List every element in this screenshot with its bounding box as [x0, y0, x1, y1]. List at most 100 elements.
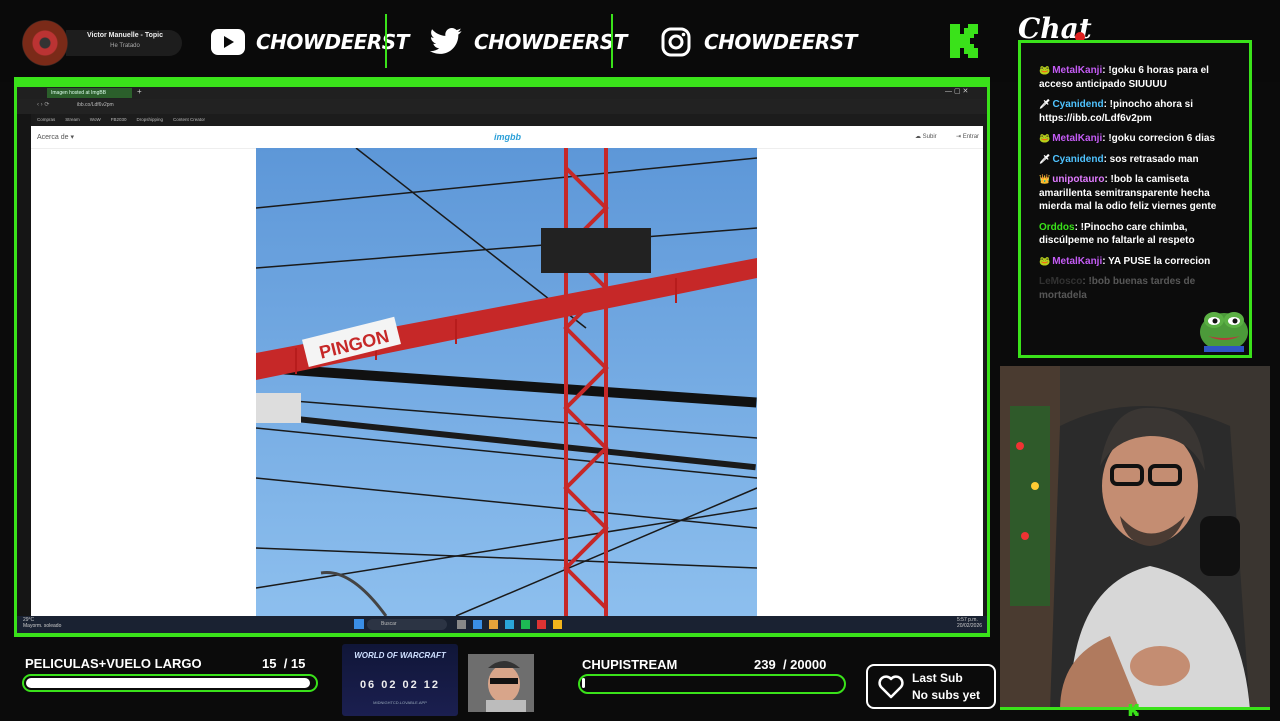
- app-icon[interactable]: [489, 620, 498, 629]
- kick-small-icon: [1128, 703, 1140, 716]
- crane-photo[interactable]: PINGON: [256, 148, 757, 616]
- site-logo[interactable]: imgbb: [494, 132, 521, 142]
- app-icon[interactable]: [521, 620, 530, 629]
- weather-desc: Mayorm. soleado: [23, 622, 62, 629]
- chat-message: 🗡 Cyanidend: !pinocho ahora si https://ib…: [1039, 99, 1194, 124]
- chat-message: Orddos: !Pinocho care chimba, discúlpeme…: [1039, 221, 1195, 247]
- last-sub-widget: Last Sub No subs yet: [866, 664, 996, 709]
- login-label: Entrar: [962, 134, 980, 140]
- window-controls-icon[interactable]: — ▢ ✕: [945, 87, 968, 95]
- app-icon[interactable]: [553, 620, 562, 629]
- browser-tab-bar: Imagen hosted at ImgBB + — ▢ ✕: [17, 87, 987, 99]
- webpage: Acerca de ▾ imgbb ☁ Subir ⇥ Entrar PINGO…: [31, 126, 983, 616]
- kick-logo-icon: [950, 24, 980, 58]
- twitter-icon: [428, 27, 464, 57]
- chat-user[interactable]: MetalKanji: [1052, 133, 1102, 144]
- goal1-current: 15: [262, 656, 277, 671]
- goal1-count: 15 / 15: [262, 656, 305, 671]
- sword-badge-icon: 🗡: [1039, 153, 1051, 164]
- social-instagram: CHOWDEERST: [658, 22, 857, 62]
- app-icon[interactable]: [505, 620, 514, 629]
- badge-icon: 🐸: [1039, 255, 1051, 266]
- wow-countdown: WORLD OF WARCRAFT 06 02 02 12 MIDNIGHTCD…: [342, 644, 458, 716]
- bookmark[interactable]: WoW: [90, 117, 101, 122]
- wow-url: MIDNIGHTCD.LOVABLE.APP: [373, 700, 427, 705]
- about-label: Acerca de: [37, 134, 69, 141]
- url-text[interactable]: ibb.co/Ldf6v2pm: [77, 102, 114, 108]
- screen-capture: Imagen hosted at ImgBB + — ▢ ✕ ‹ › ⟳ ibb…: [17, 87, 987, 633]
- clock-date: 20/02/2026: [957, 622, 983, 629]
- album-disc-icon: [22, 20, 68, 66]
- last-sub-value: No subs yet: [912, 688, 981, 702]
- chat-message: LeMosco: !bob buenas tardes de mortadela: [1039, 276, 1196, 301]
- goal1-progress-fill: [26, 678, 310, 688]
- song-title: Victor Manuelle - Topic: [87, 32, 163, 39]
- goal2-count: 239 / 20000: [754, 657, 826, 672]
- app-icon[interactable]: [457, 620, 466, 629]
- goal2-label: CHUPISTREAM: [582, 657, 678, 672]
- divider: [611, 14, 613, 68]
- browser-sidebar: [17, 114, 31, 633]
- chat-message: 🗡 Cyanidend: sos retrasado man: [1039, 153, 1199, 165]
- upload-button[interactable]: ☁ Subir: [915, 133, 937, 140]
- sub-avatar-image: [468, 654, 534, 712]
- badge-icon: 🐸: [1039, 133, 1051, 143]
- app-icon[interactable]: [473, 620, 482, 629]
- youtube-icon: [210, 27, 246, 57]
- bookmarks-bar: Compras Stream WoW FB2030 Dropshipping C…: [35, 114, 987, 125]
- bookmark[interactable]: FB2030: [111, 117, 127, 122]
- chat-message: 👑 unipotauro: !bob la camiseta amarillent…: [1039, 174, 1217, 212]
- goal2-progress-fill: [582, 678, 585, 688]
- crown-badge-icon: 👑: [1039, 174, 1051, 184]
- new-tab-icon[interactable]: +: [137, 87, 142, 96]
- chat-text: sos retrasado man: [1109, 153, 1199, 165]
- bookmark[interactable]: Compras: [37, 117, 55, 122]
- chat-user[interactable]: Cyanidend: [1052, 99, 1103, 110]
- goal1-total: / 15: [283, 656, 306, 671]
- bookmark[interactable]: Content Creator: [173, 117, 205, 122]
- about-menu[interactable]: Acerca de ▾: [37, 133, 74, 141]
- heart-icon: [878, 675, 904, 699]
- goal2-progress-bar: [578, 674, 846, 694]
- goal2-total: / 20000: [782, 657, 827, 672]
- instagram-icon: [658, 27, 694, 57]
- chat-user[interactable]: Orddos: [1039, 222, 1075, 233]
- social-twitter: CHOWDEERST: [428, 22, 627, 62]
- upload-label: Subir: [922, 134, 937, 140]
- app-icon[interactable]: [537, 620, 546, 629]
- address-bar[interactable]: ‹ › ⟳ ibb.co/Ldf6v2pm: [17, 99, 987, 114]
- nav-arrows-icon[interactable]: ‹ › ⟳: [37, 101, 49, 108]
- chat-user[interactable]: MetalKanji: [1052, 256, 1102, 267]
- chat-user[interactable]: MetalKanji: [1052, 65, 1102, 76]
- taskbar-apps: [457, 620, 562, 629]
- goal1-label: PELICULAS+VUELO LARGO: [25, 656, 202, 671]
- weather-widget[interactable]: 29°C Mayorm. soleado: [23, 617, 62, 629]
- imgbb-nav: Acerca de ▾ imgbb ☁ Subir ⇥ Entrar: [31, 126, 983, 149]
- goal1-progress-bar: [22, 674, 318, 692]
- twitter-handle: CHOWDEERST: [474, 30, 627, 54]
- song-subtitle: He Tratado: [110, 43, 140, 49]
- login-button[interactable]: ⇥ Entrar: [956, 133, 979, 140]
- badge-icon: 🐸: [1039, 65, 1051, 75]
- wow-countdown-digits: 06 02 02 12: [359, 679, 441, 691]
- chat-user[interactable]: LeMosco: [1039, 276, 1082, 287]
- chat-user[interactable]: unipotauro: [1052, 174, 1104, 185]
- social-youtube: CHOWDEERST: [210, 22, 409, 62]
- sword-badge-icon: 🗡: [1039, 99, 1051, 109]
- now-playing: Victor Manuelle - Topic He Tratado: [22, 20, 182, 66]
- taskbar-search[interactable]: Buscar: [367, 619, 447, 630]
- bookmark[interactable]: Stream: [65, 117, 80, 122]
- goal2-current: 239: [754, 657, 776, 672]
- webcam-feed: [1000, 366, 1270, 710]
- windows-taskbar: 29°C Mayorm. soleado Buscar 5:57 p.m. 20/0…: [17, 616, 987, 633]
- chat-text: !goku correcion 6 dias: [1108, 133, 1216, 144]
- instagram-handle: CHOWDEERST: [704, 30, 857, 54]
- windows-start-icon[interactable]: [354, 619, 364, 629]
- bookmark[interactable]: Dropshipping: [136, 117, 163, 122]
- chat-message: 🐸 MetalKanji: YA PUSE la correcion: [1039, 255, 1211, 267]
- taskbar-clock[interactable]: 5:57 p.m. 20/02/2026: [957, 617, 983, 629]
- chat-message: 🐸 MetalKanji: !goku 6 horas para el acces…: [1039, 65, 1209, 90]
- chat-text: YA PUSE la correcion: [1108, 255, 1211, 267]
- chat-user[interactable]: Cyanidend: [1052, 154, 1103, 165]
- browser-tab[interactable]: Imagen hosted at ImgBB: [47, 88, 132, 98]
